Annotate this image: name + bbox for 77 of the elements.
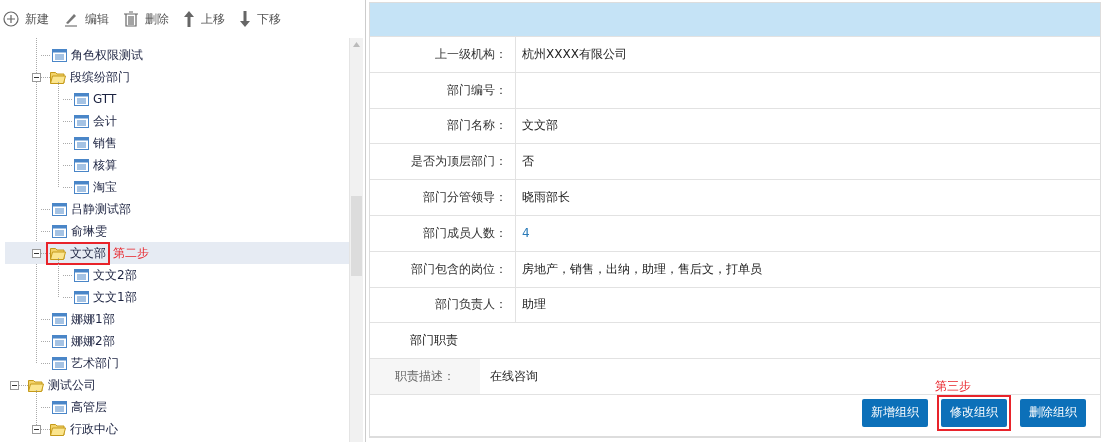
tree-item[interactable]: 会计 xyxy=(93,112,117,130)
tree-item[interactable]: 文文部 xyxy=(70,244,106,262)
toolbar-button[interactable]: 上移 xyxy=(183,10,225,28)
tree-item[interactable]: 段缤纷部门 xyxy=(70,68,130,86)
field-label: 部门负责人： xyxy=(370,287,516,323)
tree-item[interactable]: 高管层 xyxy=(71,398,107,416)
annotation-label: 第二步 xyxy=(113,244,149,262)
tree-item[interactable]: 销售 xyxy=(93,134,117,152)
field-label: 部门包含的岗位： xyxy=(370,251,516,287)
field-value: 在线咨询 xyxy=(490,368,538,386)
table-icon xyxy=(52,48,67,62)
field-value: 文文部 xyxy=(522,117,558,135)
field-label: 部门名称： xyxy=(370,108,516,144)
toolbar-button[interactable]: 下移 xyxy=(239,10,281,28)
table-icon xyxy=(52,400,67,414)
up-arrow-icon xyxy=(183,10,195,28)
tree-item[interactable]: 测试公司 xyxy=(48,376,96,394)
scrollbar[interactable] xyxy=(349,38,363,442)
scroll-up-icon xyxy=(353,42,360,47)
toolbar-button[interactable]: 删除 xyxy=(123,10,169,28)
tree-item[interactable]: 行政中心 xyxy=(70,420,118,438)
tree-item[interactable]: 娜娜1部 xyxy=(71,310,115,328)
folder-icon xyxy=(50,70,66,84)
folder-icon xyxy=(50,246,66,260)
action-button[interactable]: 修改组织 xyxy=(941,398,1007,427)
field-label: 职责描述： xyxy=(370,359,480,394)
field-value: 晓雨部长 xyxy=(522,189,570,207)
tree-item[interactable]: 核算 xyxy=(93,156,117,174)
table-icon xyxy=(74,268,89,282)
trash-icon xyxy=(123,11,139,27)
action-button[interactable]: 新增组织 xyxy=(862,398,928,427)
table-icon xyxy=(74,290,89,304)
field-value: 否 xyxy=(522,153,534,171)
annotation-label: 第三步 xyxy=(935,377,971,395)
field-label: 上一级机构： xyxy=(370,37,516,72)
tree-item[interactable]: 淘宝 xyxy=(93,178,117,196)
collapse-icon[interactable] xyxy=(32,424,41,434)
field-label: 部门编号： xyxy=(370,72,516,108)
down-arrow-icon xyxy=(239,10,251,28)
scrollbar-thumb[interactable] xyxy=(351,196,362,276)
field-value: 房地产，销售，出纳，助理，售后文，打单员 xyxy=(522,260,762,278)
table-icon xyxy=(52,224,67,238)
field-label: 部门成员人数： xyxy=(370,216,516,251)
table-icon xyxy=(74,180,89,194)
member-count-link[interactable]: 4 xyxy=(522,226,530,241)
field-value: 杭州XXXX有限公司 xyxy=(522,45,627,63)
tree-item[interactable]: 角色权限测试 xyxy=(71,46,143,64)
add-icon xyxy=(3,11,19,27)
collapse-icon[interactable] xyxy=(32,248,41,258)
table-icon xyxy=(52,202,67,216)
table-icon xyxy=(52,334,67,348)
collapse-icon[interactable] xyxy=(10,380,19,390)
field-label: 部门分管领导： xyxy=(370,180,516,215)
toolbar-button[interactable]: 编辑 xyxy=(63,10,109,28)
pencil-icon xyxy=(63,11,79,27)
tree-item[interactable]: 艺术部门 xyxy=(71,354,119,372)
table-icon xyxy=(74,158,89,172)
tree-item[interactable]: 文文2部 xyxy=(93,266,137,284)
tree-item[interactable]: 吕静测试部 xyxy=(71,200,131,218)
table-icon xyxy=(74,92,89,106)
tree-item[interactable]: 文文1部 xyxy=(93,288,137,306)
tree-row-highlight[interactable]: 文文部 第二步 xyxy=(5,242,349,264)
folder-icon xyxy=(28,378,44,392)
folder-icon xyxy=(50,422,66,436)
table-icon xyxy=(74,136,89,150)
action-button[interactable]: 删除组织 xyxy=(1020,398,1086,427)
table-icon xyxy=(52,312,67,326)
table-icon xyxy=(52,356,67,370)
tree-item[interactable]: 俞琳雯 xyxy=(71,222,107,240)
collapse-icon[interactable] xyxy=(32,72,41,82)
tree-item[interactable]: 娜娜2部 xyxy=(71,332,115,350)
table-icon xyxy=(74,114,89,128)
section-title: 部门职责 xyxy=(410,332,458,350)
toolbar-button[interactable]: 新建 xyxy=(3,10,49,28)
field-label: 是否为顶层部门： xyxy=(370,144,516,180)
field-value: 助理 xyxy=(522,296,546,314)
tree-item[interactable]: GTT xyxy=(93,92,117,106)
